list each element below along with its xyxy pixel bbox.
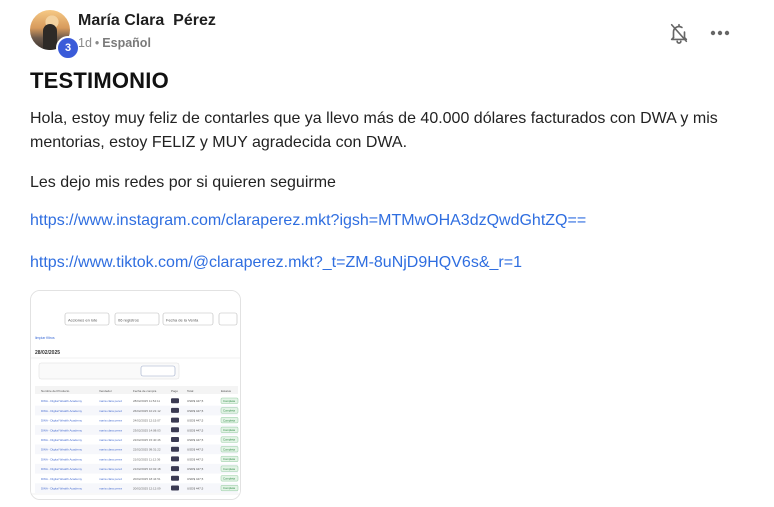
post-title: TESTIMONIO (30, 68, 169, 93)
thumb-payment-icon (171, 417, 179, 423)
thumb-cell-product: DWA - Digital Wealth Academy (41, 487, 83, 491)
thumb-cell-total: USD$ 447,5 (187, 487, 204, 491)
thumb-cell-total: USD$ 447,5 (187, 467, 204, 471)
thumb-toolbar-label: Fecha de la Venta (166, 318, 199, 323)
thumb-payment-icon (171, 427, 179, 433)
thumb-payment-icon (171, 398, 179, 404)
author-name[interactable]: María Clara Pérez (78, 12, 216, 30)
sales-table-thumbnail: Acciones en lote 06 registros Fecha de la … (31, 291, 240, 499)
thumb-toolbar-box (218, 312, 238, 326)
thumb-payment-icon (171, 485, 179, 491)
thumb-cell-product: DWA - Digital Wealth Academy (41, 438, 83, 442)
thumb-cell-status: Completa (223, 447, 235, 451)
thumb-payment-icon (171, 437, 179, 442)
thumb-cell-total: USD$ 447,5 (187, 428, 204, 432)
thumb-date: 28/02/2025 (35, 350, 60, 356)
thumb-cell-seller: maria clara perez (99, 399, 123, 403)
thumb-column-header: Total (187, 389, 194, 393)
thumb-info-button (140, 365, 176, 377)
thumb-cell-status: Completa (223, 486, 235, 490)
thumb-cell-seller: maria clara perez (99, 467, 123, 471)
thumb-column-header: Nombre del Producto (41, 389, 70, 393)
thumb-cell-total: USD$ 447,5 (187, 419, 204, 423)
thumb-column-header: Pago (171, 389, 178, 393)
thumb-cell-date: 28/02/2025 11:54:11 (133, 399, 160, 403)
thumb-cell-product: DWA - Digital Wealth Academy (41, 467, 83, 471)
thumb-cell-date: 26/02/2025 10:21:12 (133, 409, 161, 413)
attached-screenshot[interactable]: Acciones en lote 06 registros Fecha de la … (30, 290, 241, 500)
thumb-cell-seller: maria clara perez (99, 457, 123, 461)
thumb-column-header: Vendedor (99, 389, 112, 393)
thumb-cell-status: Completa (223, 428, 235, 432)
thumb-cell-total: USD$ 447,5 (187, 457, 204, 461)
thumb-payment-icon (171, 475, 179, 481)
instagram-link[interactable]: https://www.instagram.com/claraperez.mkt… (30, 209, 586, 233)
post-meta: 1d • Español (78, 36, 151, 50)
thumb-cell-total: USD$ 447,5 (187, 399, 204, 403)
thumb-cell-status: Completa (223, 457, 235, 461)
author-avatar[interactable]: 3 (30, 10, 80, 60)
thumb-cell-product: DWA - Digital Wealth Academy (41, 457, 83, 461)
post-paragraph-2: Les dejo mis redes por si quieren seguir… (30, 174, 336, 191)
thumb-cell-status: Completa (223, 477, 235, 481)
thumb-cell-status: Completa (223, 418, 235, 422)
thumb-payment-icon (171, 466, 179, 472)
thumb-cell-status: Completa (223, 409, 235, 413)
meta-separator: • (94, 36, 100, 50)
thumb-cell-date: 21/02/2025 11:12:36 (133, 457, 161, 461)
thumb-cell-seller: maria clara perez (99, 487, 123, 491)
thumb-cell-product: DWA - Digital Wealth Academy (41, 428, 83, 432)
thumb-toolbar-label: 06 registros (118, 318, 139, 323)
post-paragraph-1: Hola, estoy muy feliz de contarles que y… (30, 110, 718, 151)
thumb-cell-status: Completa (223, 438, 235, 442)
thumb-cell-product: DWA - Digital Wealth Academy (41, 399, 83, 403)
thumb-cell-total: USD$ 447,5 (187, 409, 204, 413)
thumb-cell-date: 20/02/2025 12:12:09 (133, 487, 161, 491)
thumb-cell-date: 24/02/2025 12:15:07 (133, 419, 161, 423)
thumb-cell-seller: maria clara perez (99, 419, 123, 423)
community-post: 3 María Clara Pérez 1d • Español TESTIMONI… (0, 0, 774, 507)
thumb-cell-seller: maria clara perez (99, 477, 123, 481)
thumb-cell-total: USD$ 447,5 (187, 448, 204, 452)
post-time: 1d (78, 36, 92, 50)
thumb-payment-icon (171, 446, 179, 452)
thumb-cell-seller: maria clara perez (99, 428, 123, 432)
tiktok-link[interactable]: https://www.tiktok.com/@claraperez.mkt?_… (30, 251, 522, 275)
level-badge: 3 (56, 36, 80, 60)
thumb-cell-date: 23/02/2025 14:08:03 (133, 428, 161, 432)
thumb-cell-total: USD$ 447,5 (187, 438, 204, 442)
thumb-cell-product: DWA - Digital Wealth Academy (41, 419, 83, 423)
thumb-cell-total: USD$ 447,5 (187, 477, 204, 481)
thumb-filter-link: limpiar filtros (35, 336, 55, 340)
thumb-cell-date: 22/02/2025 15:40:46 (133, 438, 161, 442)
thumb-cell-product: DWA - Digital Wealth Academy (41, 448, 83, 452)
thumb-cell-seller: maria clara perez (99, 448, 123, 452)
post-language: Español (102, 36, 151, 50)
thumb-column-header: Fecha de compra (133, 389, 157, 393)
thumb-cell-status: Completa (223, 467, 235, 471)
thumb-payment-icon (171, 407, 179, 413)
bell-off-icon[interactable] (668, 22, 690, 44)
thumb-cell-status: Completa (223, 399, 235, 403)
more-horizontal-icon[interactable] (708, 22, 732, 44)
thumb-cell-seller: maria clara perez (99, 409, 123, 413)
thumb-column-header: Estatus (221, 389, 232, 393)
thumb-cell-product: DWA - Digital Wealth Academy (41, 409, 83, 413)
thumb-cell-date: 20/02/2025 18:44:51 (133, 477, 161, 481)
thumb-cell-date: 21/02/2025 10:02:18 (133, 467, 161, 471)
thumb-payment-icon (171, 456, 179, 462)
thumb-cell-seller: maria clara perez (99, 438, 123, 442)
thumb-cell-product: DWA - Digital Wealth Academy (41, 477, 83, 481)
thumb-toolbar-label: Acciones en lote (68, 318, 98, 323)
thumb-cell-date: 22/02/2025 09:31:22 (133, 448, 161, 452)
